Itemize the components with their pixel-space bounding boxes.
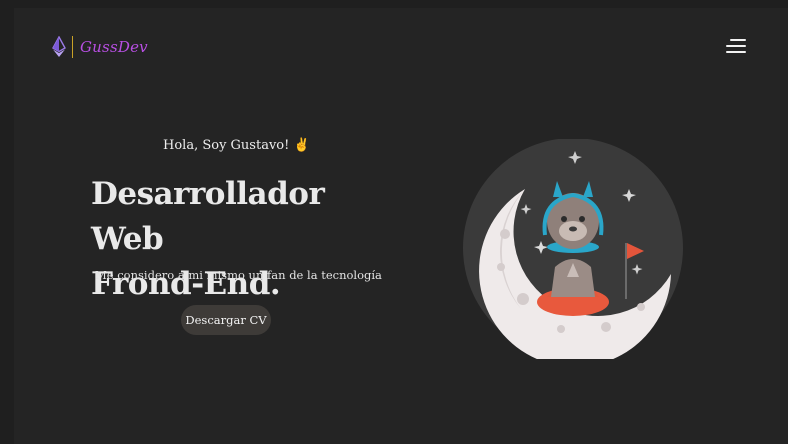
hero-title-line-1: Desarrollador Web [91, 176, 325, 257]
greeting-text: Hola, Soy Gustavo! ✌️ [163, 138, 310, 153]
hero-title: Desarrollador Web Frond-End. [91, 172, 391, 307]
logo-text: GussDev [80, 38, 148, 56]
logo-separator [72, 36, 73, 58]
hamburger-menu-icon[interactable] [726, 39, 746, 55]
astronaut-llama-moon-icon [463, 139, 683, 359]
download-cv-button[interactable]: Descargar CV [181, 305, 271, 335]
ethereum-icon [52, 36, 66, 57]
hero-subtitle: Me considero a mi mismo un fan de la tec… [95, 268, 382, 282]
brand-logo[interactable]: GussDev [52, 36, 148, 58]
